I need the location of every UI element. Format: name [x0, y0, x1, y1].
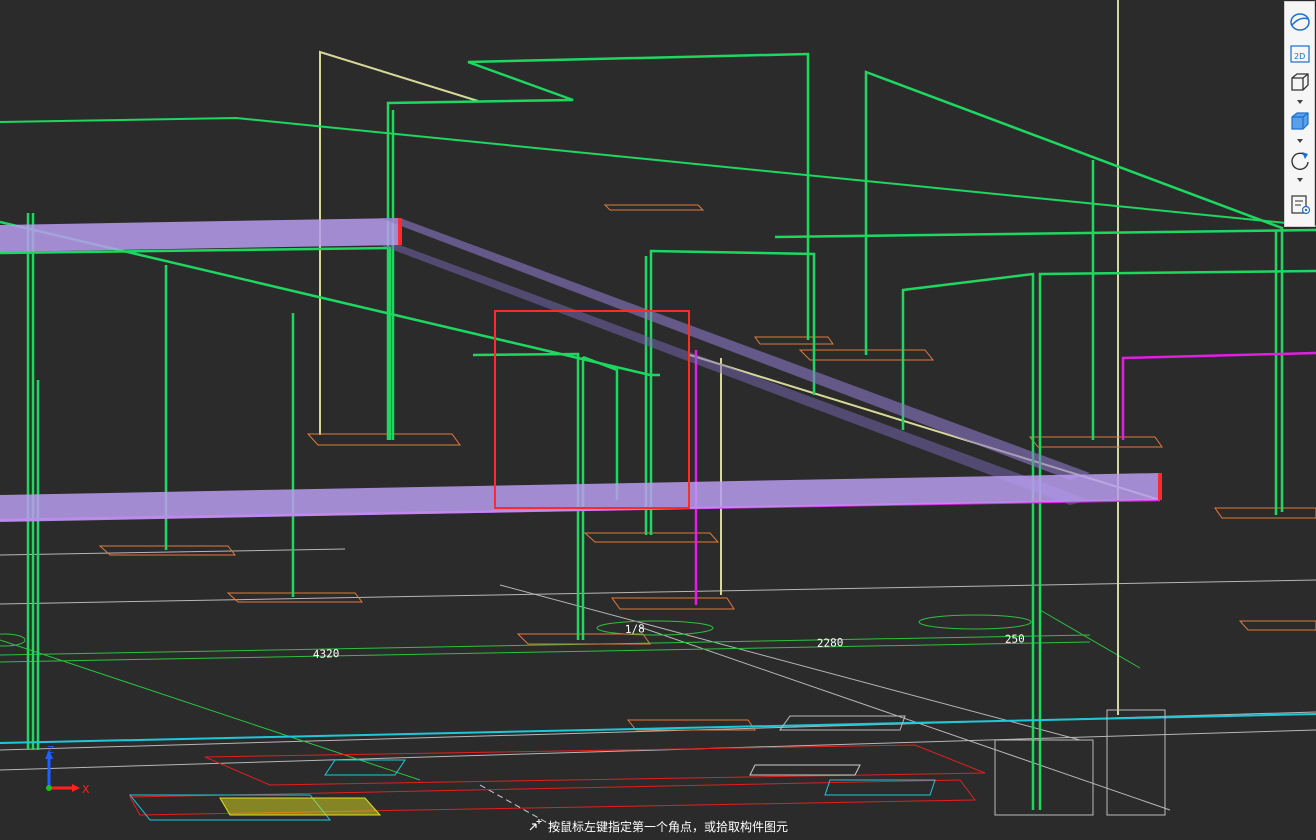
x-axis-label: X	[82, 783, 90, 796]
chevron-down-icon[interactable]	[1294, 98, 1306, 106]
selection-box	[494, 310, 690, 509]
dimension-label: 250	[1005, 632, 1025, 646]
floor-plan	[0, 709, 1316, 831]
chevron-down-icon[interactable]	[1294, 176, 1306, 184]
3d-viewport[interactable]: 4320 1/8 2280 250	[0, 0, 1316, 840]
footings	[98, 204, 1316, 731]
view-2d-icon[interactable]: 2D	[1288, 42, 1312, 66]
crosshair-select-icon	[528, 817, 544, 836]
axis-indicator: Z X	[45, 745, 90, 796]
dimension-lines	[0, 609, 1141, 781]
dimension-label: 4320	[313, 647, 340, 661]
dimension-label: 1/8	[625, 622, 645, 636]
view-3d-solid-icon[interactable]	[1288, 109, 1312, 133]
rotate-icon[interactable]	[1288, 148, 1312, 172]
view-toolbar: 2D	[1284, 1, 1315, 227]
view-3d-wireframe-icon[interactable]	[1288, 70, 1312, 94]
status-bar: 按鼠标左键指定第一个角点，或拾取构件图元	[0, 813, 1316, 840]
view-2d-label: 2D	[1294, 52, 1305, 61]
display-settings-icon[interactable]	[1288, 193, 1312, 217]
chevron-down-icon[interactable]	[1294, 137, 1306, 145]
dimension-label: 2280	[817, 636, 844, 650]
z-axis-label: Z	[47, 745, 54, 756]
status-hint-text: 按鼠标左键指定第一个角点，或拾取构件图元	[547, 820, 788, 834]
orbit-sphere-icon[interactable]	[1288, 10, 1312, 34]
